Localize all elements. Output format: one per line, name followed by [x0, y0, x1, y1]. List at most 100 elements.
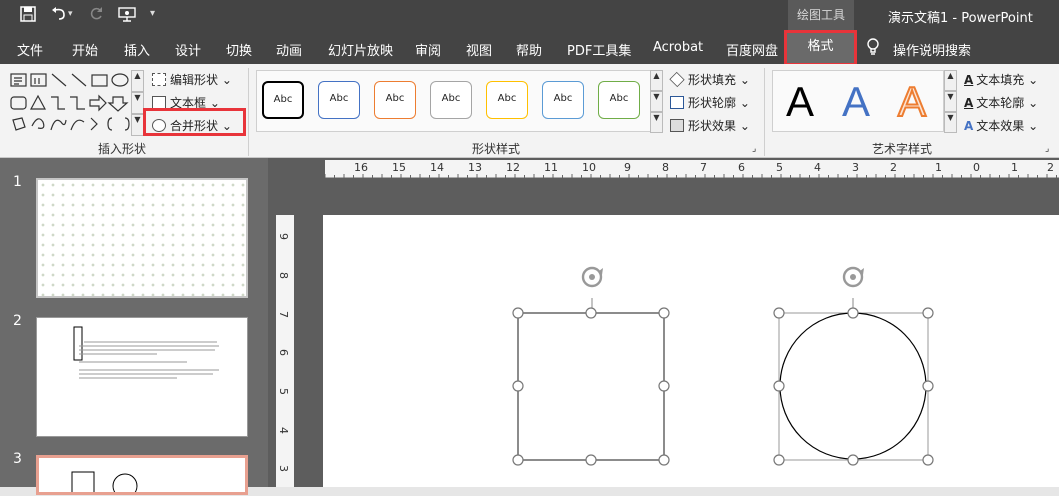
- group-label-insert-shapes: 插入形状: [98, 142, 147, 156]
- text-outline-icon: A: [964, 96, 974, 110]
- vertical-ruler: 9 8 7 6 5 4 3: [276, 215, 294, 487]
- shape-style-preset-4[interactable]: Abc: [430, 81, 472, 119]
- undo-dropdown-icon[interactable]: ▾: [68, 9, 73, 19]
- edit-shape-button[interactable]: 编辑形状 ⌄: [152, 71, 232, 88]
- rectangle-shape[interactable]: [512, 266, 670, 466]
- tab-format[interactable]: 格式: [784, 30, 857, 66]
- tab-pdf-tools[interactable]: PDF工具集: [567, 40, 631, 59]
- pen-icon: [670, 96, 684, 109]
- ruler-tick-label: 0: [973, 161, 980, 174]
- rotate-handle-icon[interactable]: [581, 266, 603, 288]
- tab-home[interactable]: 开始: [72, 40, 98, 59]
- document-title: 演示文稿1 - PowerPoint: [888, 11, 1033, 26]
- shapes-gallery[interactable]: [8, 70, 146, 136]
- text-fill-icon: A: [964, 73, 974, 87]
- wordart-style-black[interactable]: A: [776, 77, 824, 127]
- undo-icon[interactable]: [50, 6, 68, 26]
- wordart-scroll-down[interactable]: ▼: [944, 91, 957, 112]
- slide-thumbnail-3-selected[interactable]: [36, 455, 248, 496]
- group-label-shape-styles: 形状样式: [472, 142, 521, 156]
- slide-number: 3: [13, 451, 22, 467]
- group-label-wordart-styles: 艺术字样式: [872, 142, 933, 156]
- slide-number: 1: [13, 174, 22, 190]
- redo-icon[interactable]: [88, 6, 104, 26]
- slide-thumbnail-1[interactable]: [36, 178, 248, 298]
- ruler-tick-label: 5: [776, 161, 783, 174]
- ruler-tick-label: 4: [814, 161, 821, 174]
- ruler-tick-label: 13: [468, 161, 482, 174]
- wordart-dialog-launcher-icon[interactable]: ⌟: [1045, 144, 1049, 154]
- ruler-tick-label: 6: [738, 161, 745, 174]
- rotate-handle-icon[interactable]: [842, 266, 864, 288]
- shape-style-preset-5[interactable]: Abc: [486, 81, 528, 119]
- text-effects-button[interactable]: A 文本效果 ⌄: [964, 117, 1038, 134]
- tab-transitions[interactable]: 切换: [226, 40, 252, 59]
- wordart-style-orange-outline[interactable]: A: [888, 77, 936, 127]
- ruler-tick-label: 8: [277, 272, 290, 279]
- ruler-tick-label: 9: [624, 161, 631, 174]
- wordart-style-blue[interactable]: A: [832, 77, 880, 127]
- ruler-tick-label: 3: [277, 465, 290, 472]
- text-fill-button[interactable]: A 文本填充 ⌄: [964, 71, 1038, 88]
- text-outline-button[interactable]: A 文本轮廓 ⌄: [964, 94, 1038, 111]
- shape-effects-icon: [670, 119, 684, 132]
- shape-style-preset-3[interactable]: Abc: [374, 81, 416, 119]
- shape-styles-scroll-up[interactable]: ▲: [650, 70, 663, 91]
- shapes-scroll-up[interactable]: ▲: [131, 70, 144, 92]
- customize-toolbar-icon[interactable]: ▾: [150, 8, 155, 19]
- ruler-tick-label: 2: [890, 161, 897, 174]
- slide-canvas[interactable]: [323, 215, 1059, 487]
- shape-style-preset-1[interactable]: Abc: [262, 81, 304, 119]
- ruler-tick-label: 7: [700, 161, 707, 174]
- wordart-more[interactable]: ▼: [944, 112, 957, 133]
- group-divider: [248, 68, 249, 156]
- shape-outline-button[interactable]: 形状轮廓 ⌄: [670, 94, 750, 111]
- tab-review[interactable]: 审阅: [415, 40, 441, 59]
- text-effects-icon: A: [964, 119, 974, 133]
- ruler-tick-label: 16: [354, 161, 368, 174]
- shape-effects-button[interactable]: 形状效果 ⌄: [670, 117, 750, 134]
- ruler-tick-label: 9: [277, 233, 290, 240]
- ruler-tick-label: 11: [544, 161, 558, 174]
- circle-shape[interactable]: [773, 266, 934, 466]
- ruler-tick-label: 8: [662, 161, 669, 174]
- merge-shapes-highlight: [143, 108, 246, 136]
- ribbon-tab-row: 文件 开始 插入 设计 切换 动画 幻灯片放映 审阅 视图 帮助 PDF工具集 …: [0, 32, 1059, 64]
- shape-styles-scroll-down[interactable]: ▼: [650, 91, 663, 112]
- shape-styles-dialog-launcher-icon[interactable]: ⌟: [752, 144, 756, 154]
- shape-fill-button[interactable]: 形状填充 ⌄: [669, 71, 750, 88]
- save-icon[interactable]: [20, 6, 36, 26]
- ruler-tick-label: 12: [506, 161, 520, 174]
- tab-help[interactable]: 帮助: [516, 40, 542, 59]
- tab-design[interactable]: 设计: [175, 40, 201, 59]
- tab-file[interactable]: 文件: [17, 40, 43, 59]
- shape-styles-more[interactable]: ▼: [650, 112, 663, 133]
- ruler-tick-label: 6: [277, 349, 290, 356]
- tab-view[interactable]: 视图: [466, 40, 492, 59]
- ruler-tick-label: 4: [277, 427, 290, 434]
- ruler-tick-label: 3: [852, 161, 859, 174]
- edit-shape-icon: [152, 73, 166, 86]
- tab-baidu-netdisk[interactable]: 百度网盘: [726, 40, 778, 59]
- present-from-start-icon[interactable]: [118, 6, 136, 26]
- wordart-scroll-up[interactable]: ▲: [944, 70, 957, 91]
- slide-thumbnail-2[interactable]: [36, 317, 248, 437]
- context-group-drawing-tools: 绘图工具: [788, 0, 854, 32]
- lightbulb-icon[interactable]: [866, 38, 880, 60]
- tab-acrobat[interactable]: Acrobat: [653, 40, 703, 55]
- tab-insert[interactable]: 插入: [124, 40, 150, 59]
- ribbon: ▲ ▼ ▼ 编辑形状 ⌄ 文本框 ⌄ 合并形状 ⌄ 插入形状 Abc Abc A…: [0, 64, 1059, 158]
- tell-me-search[interactable]: 操作说明搜索: [893, 40, 971, 59]
- shape-style-preset-2[interactable]: Abc: [318, 81, 360, 119]
- shape-style-preset-6[interactable]: Abc: [542, 81, 584, 119]
- horizontal-ruler: 16 15 14 13 12 11 10 9 8 7 6 5 4 3 2 1 0…: [324, 160, 1059, 178]
- tab-animations[interactable]: 动画: [276, 40, 302, 59]
- ruler-tick-label: 1: [1011, 161, 1018, 174]
- shape-style-preset-7[interactable]: Abc: [598, 81, 640, 119]
- group-divider: [764, 68, 765, 156]
- title-bar: ▾ ▾ 绘图工具 演示文稿1 - PowerPoint: [0, 0, 1059, 32]
- paint-bucket-icon: [669, 71, 685, 88]
- tab-slideshow[interactable]: 幻灯片放映: [328, 40, 393, 59]
- ruler-tick-label: 14: [430, 161, 444, 174]
- ruler-tick-label: 7: [277, 311, 290, 318]
